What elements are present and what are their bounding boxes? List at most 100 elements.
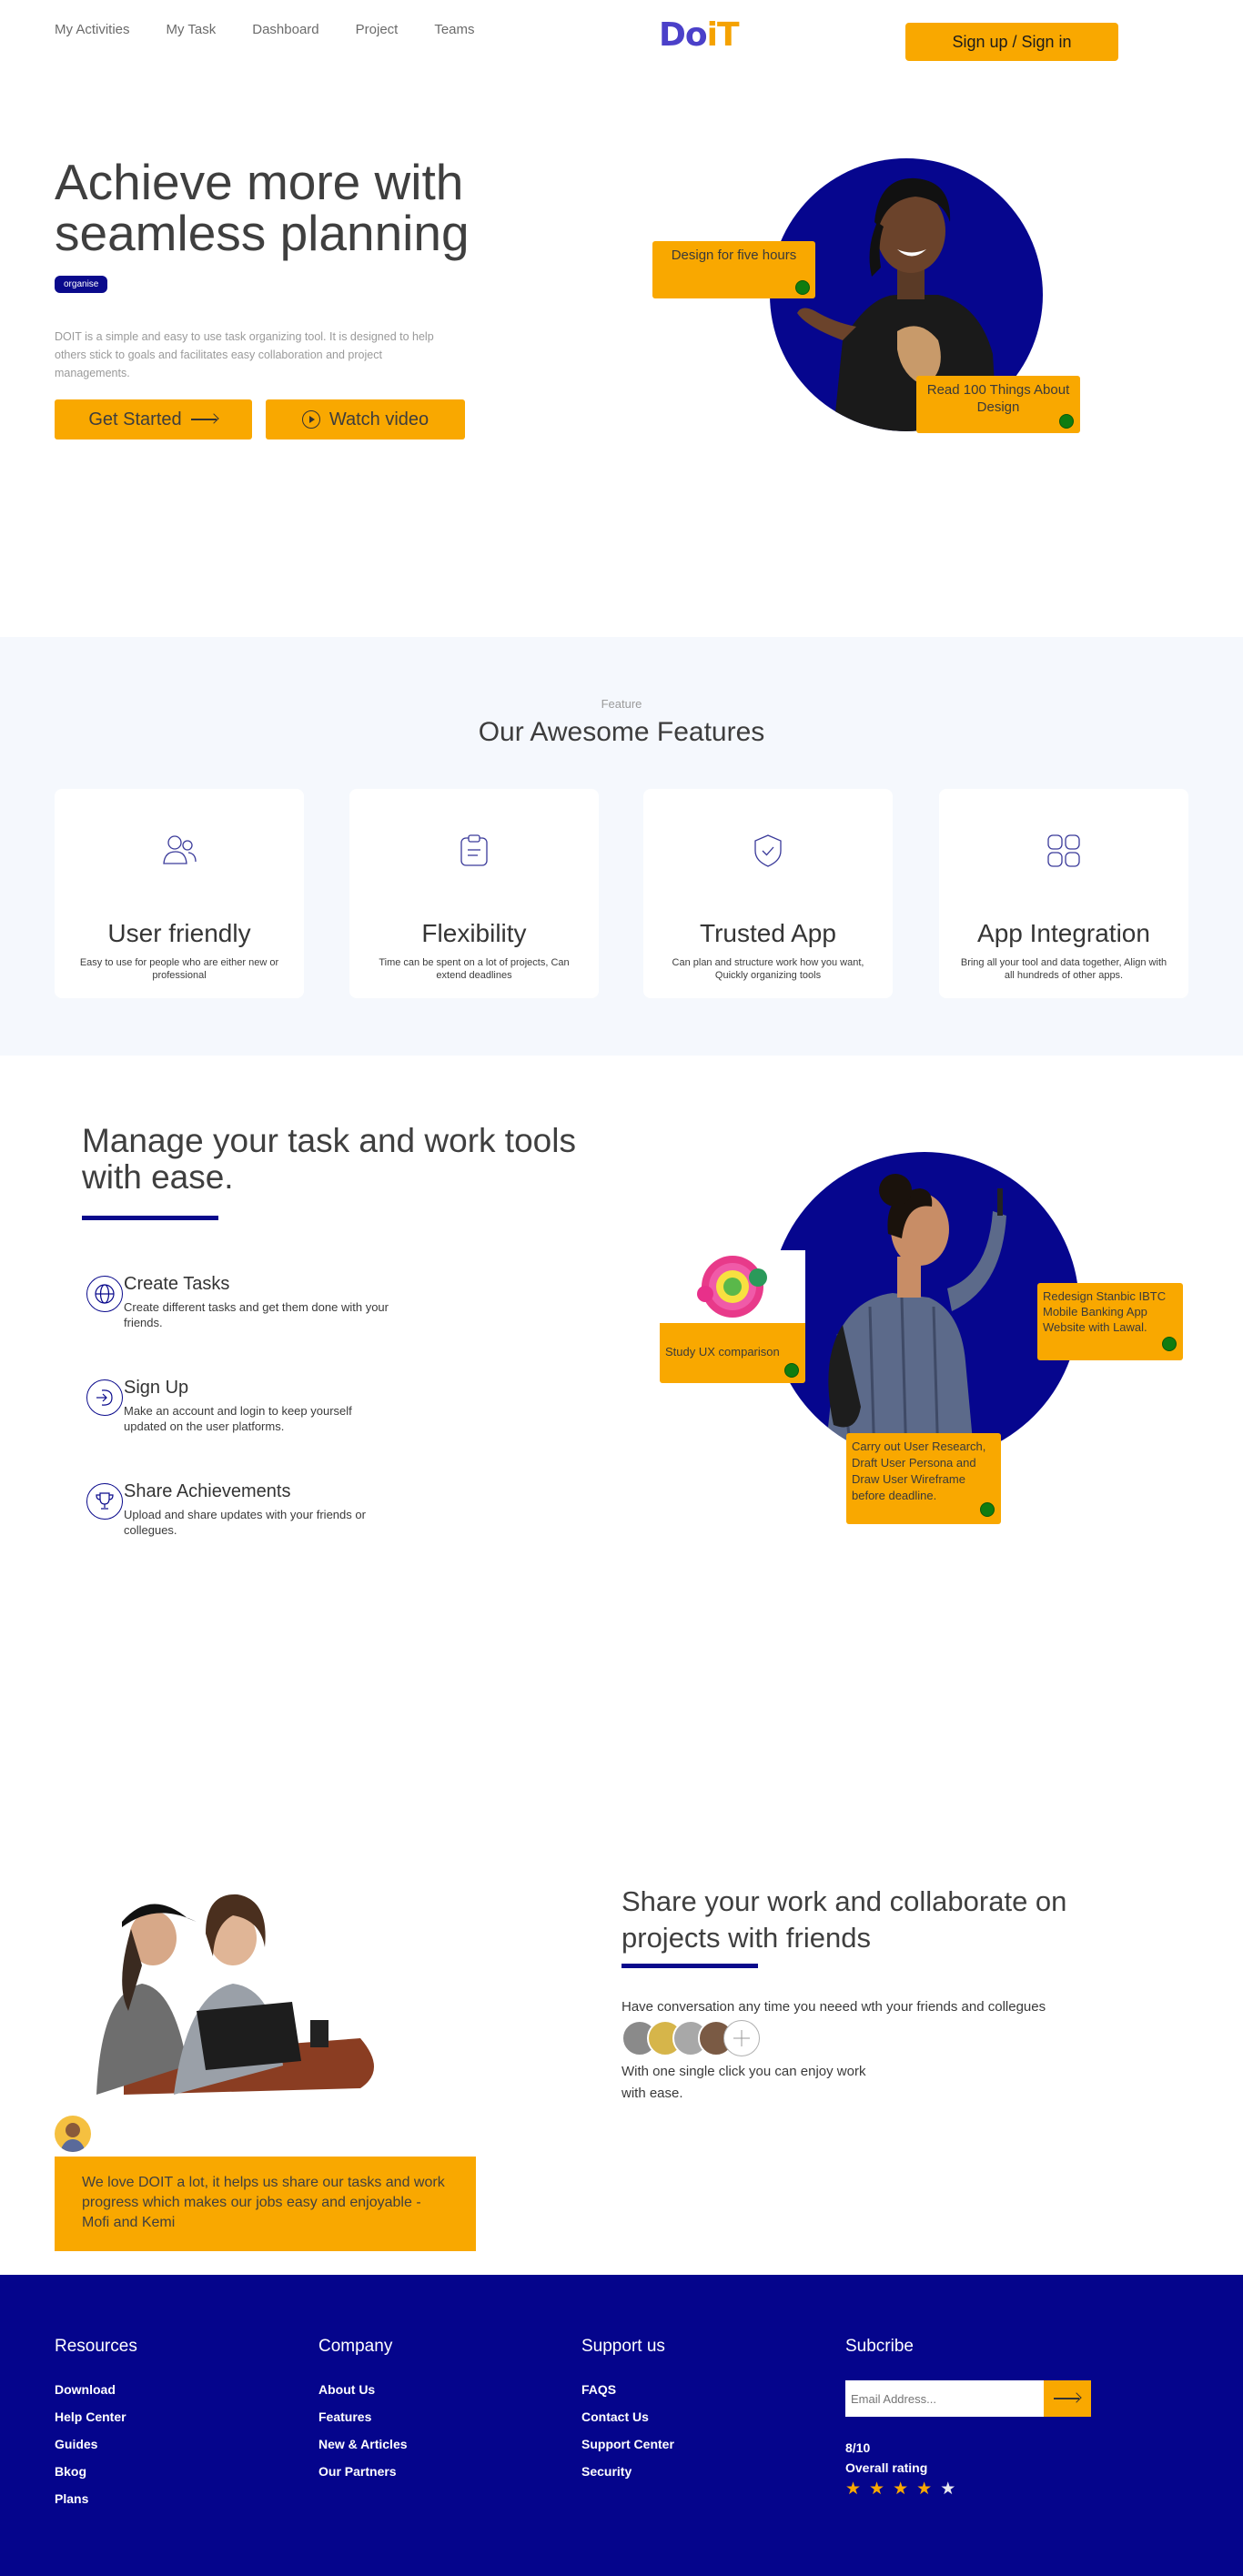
feature-title: App Integration [977,919,1150,947]
footer-heading: Resources [55,2337,137,2356]
nav-my-task[interactable]: My Task [167,22,217,37]
feature-title: Trusted App [700,919,836,947]
share-title: Share your work and collaborate on proje… [622,1885,1067,1954]
signup-signin-button[interactable]: Sign up / Sign in [905,23,1118,61]
arrow-right-icon [190,415,218,424]
hero-description: DOIT is a simple and easy to use task or… [55,330,434,379]
flower-image [660,1250,805,1323]
features-kicker: Feature [601,697,642,711]
footer: Resources Download Help Center Guides Bk… [0,2275,1243,2576]
trophy-icon [86,1483,123,1520]
manage-item-desc: Create different tasks and get them done… [124,1300,389,1329]
share-text: With one single click you can enjoy work… [622,2064,866,2101]
nav-links: My Activities My Task Dashboard Project … [55,22,475,37]
footer-link-support-center[interactable]: Support Center [581,2437,674,2451]
footer-subscribe: Subcribe [845,2337,914,2382]
share-text: Have conversation any time you neeed wth… [622,1999,1046,2015]
status-dot [1162,1337,1177,1351]
task-card-research[interactable]: Carry out User Research, Draft User Pers… [846,1433,1001,1524]
title-underline [622,1964,758,1968]
manage-item-desc: Upload and share updates with your frien… [124,1508,366,1537]
top-nav: My Activities My Task Dashboard Project … [0,0,1243,82]
testimonial-quote: We love DOIT a lot, it helps us share ou… [55,2157,476,2251]
nav-my-activities[interactable]: My Activities [55,22,130,37]
footer-resources: Resources Download Help Center Guides Bk… [55,2337,137,2519]
footer-link-help-center[interactable]: Help Center [55,2409,137,2424]
email-field[interactable] [845,2380,1044,2417]
footer-heading: Company [318,2337,393,2356]
footer-link-blog[interactable]: Bkog [55,2464,137,2479]
status-dot [1059,414,1074,429]
footer-link-news[interactable]: New & Articles [318,2437,408,2451]
rating-value: 8/10 [845,2440,871,2455]
feature-card-app-integration: App Integration Bring all your tool and … [939,789,1188,998]
feature-title: Flexibility [421,919,527,947]
star-icon: ★ [940,2480,956,2499]
task-card-redesign[interactable]: Redesign Stanbic IBTC Mobile Banking App… [1037,1283,1183,1360]
shield-check-icon [754,834,782,867]
status-dot [784,1363,799,1378]
star-icon: ★ [893,2480,909,2499]
manage-item-title: Share Achievements [124,1481,291,1501]
hero-title: Achieve more with seamless planning [55,154,470,261]
feature-card-flexibility: Flexibility Time can be spent on a lot o… [349,789,599,998]
feature-desc: Bring all your tool and data together, A… [960,957,1167,981]
title-underline [82,1216,218,1220]
person-illustration [824,1174,1006,1461]
feature-card-trusted-app: Trusted App Can plan and structure work … [643,789,893,998]
nav-dashboard[interactable]: Dashboard [252,22,318,37]
manage-item-desc: Make an account and login to keep yourse… [124,1404,352,1433]
play-icon [301,410,320,429]
nav-teams[interactable]: Teams [434,22,474,37]
footer-link-download[interactable]: Download [55,2382,137,2397]
feature-desc: Can plan and structure work how you want… [672,957,864,981]
rating-label: Overall rating [845,2460,928,2475]
footer-link-guides[interactable]: Guides [55,2437,137,2451]
star-icon: ★ [916,2480,933,2499]
manage-person-image [770,1152,1079,1461]
footer-link-features[interactable]: Features [318,2409,408,2424]
footer-heading: Subcribe [845,2337,914,2356]
get-started-button[interactable]: Get Started [55,399,252,439]
feature-card-user-friendly: User friendly Easy to use for people who… [55,789,304,998]
footer-link-plans[interactable]: Plans [55,2491,137,2506]
features-title: Our Awesome Features [478,717,765,747]
manage-item-title: Sign Up [124,1378,189,1398]
rating-stars: ★ ★ ★ ★ ★ [845,2479,955,2500]
hero-tag-badge: organise [55,276,108,293]
feature-desc: Time can be spent on a lot of projects, … [379,957,570,981]
subscribe-button[interactable] [1044,2380,1091,2417]
login-icon [86,1379,123,1416]
features-section: Feature Our Awesome Features User friend… [0,637,1243,1056]
footer-support: Support us FAQS Contact Us Support Cente… [581,2337,674,2491]
feature-title: User friendly [107,919,251,947]
add-friend-icon[interactable] [723,2020,760,2056]
feature-desc: Easy to use for people who are either ne… [79,957,279,981]
collaboration-photo [87,1884,382,2095]
status-dot [980,1502,995,1517]
task-card-study[interactable]: Study UX comparison [660,1250,805,1383]
footer-heading: Support us [581,2337,665,2356]
nav-project[interactable]: Project [356,22,399,37]
task-card-design[interactable]: Design for five hours [652,241,815,298]
task-card-read[interactable]: Read 100 Things About Design [916,376,1080,433]
logo[interactable]: DoiT [659,16,740,54]
arrow-right-icon [1054,2394,1081,2403]
status-dot [795,280,810,295]
clipboard-icon [460,834,488,866]
testimonial-avatar [55,2116,91,2152]
footer-link-faqs[interactable]: FAQS [581,2382,674,2397]
footer-company: Company About Us Features New & Articles… [318,2337,408,2491]
footer-link-contact[interactable]: Contact Us [581,2409,674,2424]
star-icon: ★ [845,2480,862,2499]
users-icon [163,835,197,864]
footer-link-security[interactable]: Security [581,2464,674,2479]
globe-icon [86,1276,123,1312]
manage-item-title: Create Tasks [124,1274,230,1294]
watch-video-button[interactable]: Watch video [266,399,465,439]
footer-link-partners[interactable]: Our Partners [318,2464,408,2479]
grid-apps-icon [1047,834,1080,867]
star-icon: ★ [869,2480,885,2499]
footer-link-about[interactable]: About Us [318,2382,408,2397]
manage-title: Manage your task and work tools with eas… [82,1122,576,1196]
